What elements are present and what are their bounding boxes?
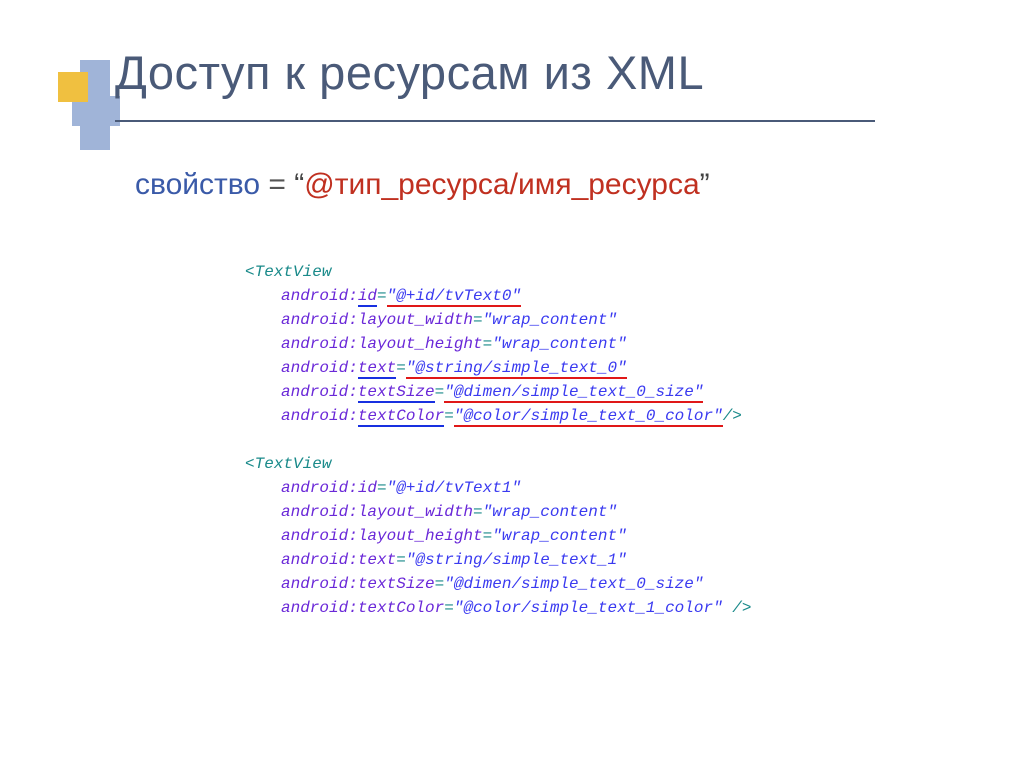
subtitle-open-quote: “ bbox=[294, 168, 304, 201]
xml-ns: android: bbox=[281, 359, 358, 377]
slide: Доступ к ресурсам из XML свойство = “@ти… bbox=[0, 0, 1024, 768]
decor-yellow bbox=[58, 72, 88, 102]
xml-ns: android: bbox=[281, 287, 358, 305]
xml-ns: android: bbox=[281, 311, 358, 329]
title-underline bbox=[115, 120, 875, 122]
xml-ns: android: bbox=[281, 407, 358, 425]
slide-title: Доступ к ресурсам из XML bbox=[115, 45, 704, 100]
xml-eq: = bbox=[435, 383, 445, 401]
xml-eq: = bbox=[377, 479, 387, 497]
xml-value: "@dimen/simple_text_0_size" bbox=[444, 575, 703, 593]
xml-attr: text bbox=[358, 551, 396, 569]
xml-close: /> bbox=[723, 407, 742, 425]
subtitle-resource-name: имя_ресурса bbox=[518, 168, 700, 201]
xml-value: "@string/simple_text_0" bbox=[406, 359, 627, 379]
xml-attr: textColor bbox=[358, 599, 444, 617]
xml-ns: android: bbox=[281, 551, 358, 569]
xml-value: "wrap_content" bbox=[483, 311, 617, 329]
xml-value: "wrap_content" bbox=[483, 503, 617, 521]
xml-attr: layout_width bbox=[358, 311, 473, 329]
xml-value: "wrap_content" bbox=[492, 335, 626, 353]
xml-eq: = bbox=[473, 503, 483, 521]
subtitle-at: @ bbox=[304, 168, 334, 201]
code-block-2: <TextView bbox=[245, 452, 331, 476]
xml-value: "@+id/tvText0" bbox=[387, 287, 521, 307]
xml-eq: = bbox=[444, 599, 454, 617]
code-block-1: <TextView android:id="@+id/tvText0" andr… bbox=[245, 260, 752, 620]
xml-eq: = bbox=[377, 287, 387, 305]
xml-value: "@dimen/simple_text_0_size" bbox=[444, 383, 703, 403]
xml-ns: android: bbox=[281, 503, 358, 521]
xml-attr: textColor bbox=[358, 407, 444, 427]
xml-value: "@color/simple_text_1_color" bbox=[454, 599, 723, 617]
xml-ns: android: bbox=[281, 383, 358, 401]
xml-attr: layout_width bbox=[358, 503, 473, 521]
xml-eq: = bbox=[444, 407, 454, 425]
xml-ns: android: bbox=[281, 335, 358, 353]
title-decoration bbox=[40, 60, 120, 150]
xml-eq: = bbox=[396, 359, 406, 377]
xml-value: "@+id/tvText1" bbox=[387, 479, 521, 497]
xml-ns: android: bbox=[281, 599, 358, 617]
xml-attr: textSize bbox=[358, 575, 435, 593]
subtitle-property: свойство bbox=[135, 168, 260, 201]
xml-attr: layout_height bbox=[358, 335, 483, 353]
xml-tag: <TextView bbox=[245, 263, 331, 281]
subtitle-resource-type: тип_ресурса bbox=[335, 168, 510, 201]
xml-tag: <TextView bbox=[245, 455, 331, 473]
xml-value: "@string/simple_text_1" bbox=[406, 551, 627, 569]
subtitle-slash: / bbox=[510, 168, 518, 201]
xml-eq: = bbox=[396, 551, 406, 569]
xml-ns: android: bbox=[281, 479, 358, 497]
xml-eq: = bbox=[473, 311, 483, 329]
xml-ns: android: bbox=[281, 575, 358, 593]
xml-attr: layout_height bbox=[358, 527, 483, 545]
xml-ns: android: bbox=[281, 527, 358, 545]
subtitle-eq: = bbox=[260, 168, 294, 201]
xml-eq: = bbox=[435, 575, 445, 593]
xml-close: /> bbox=[723, 599, 752, 617]
slide-subtitle: свойство = “@тип_ресурса/имя_ресурса” bbox=[135, 168, 710, 202]
xml-attr: textSize bbox=[358, 383, 435, 403]
xml-eq: = bbox=[483, 527, 493, 545]
xml-value: "@color/simple_text_0_color" bbox=[454, 407, 723, 427]
subtitle-close-quote: ” bbox=[700, 168, 710, 201]
xml-value: "wrap_content" bbox=[492, 527, 626, 545]
xml-attr: id bbox=[358, 287, 377, 307]
xml-attr: text bbox=[358, 359, 396, 379]
xml-eq: = bbox=[483, 335, 493, 353]
xml-attr: id bbox=[358, 479, 377, 497]
